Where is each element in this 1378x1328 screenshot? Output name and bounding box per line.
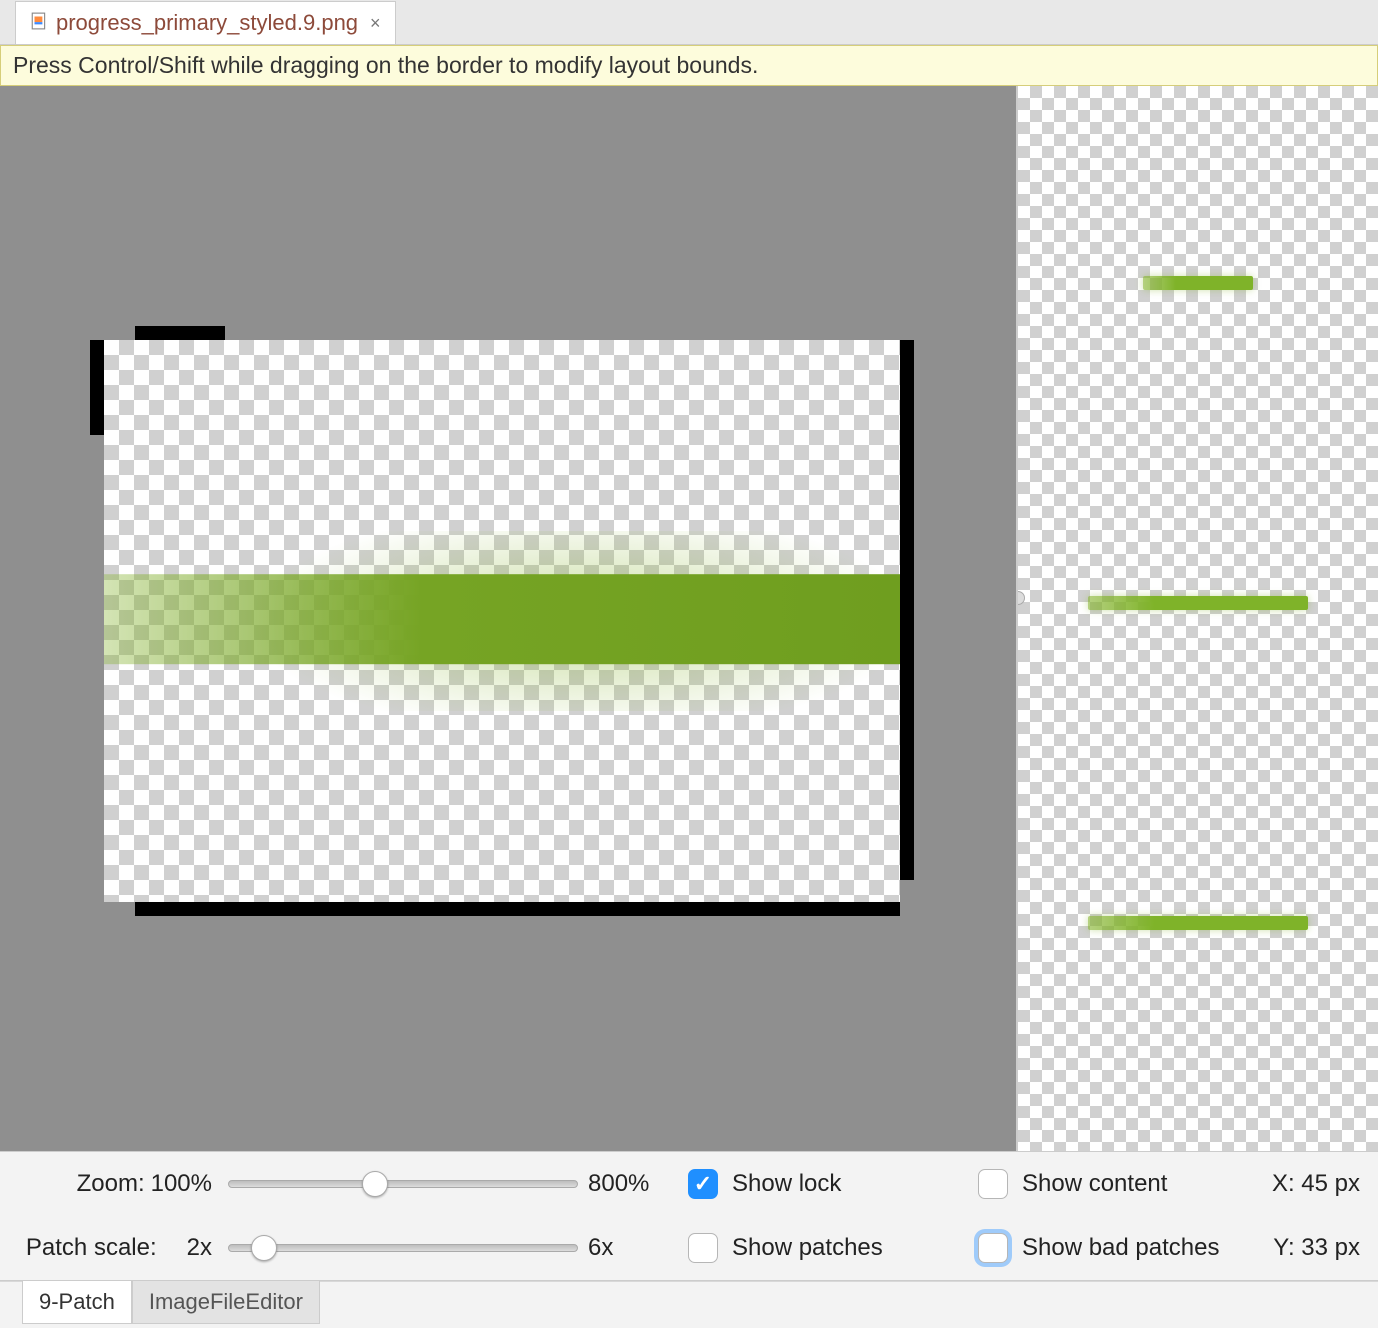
coord-y: Y: 33 px <box>1258 1234 1360 1262</box>
close-icon[interactable]: × <box>366 13 381 34</box>
zoom-min-label: 100% <box>151 1170 212 1198</box>
progress-bar-graphic <box>104 574 900 664</box>
image-transparency-bg <box>104 340 900 902</box>
patch-scale-slider-thumb[interactable] <box>251 1235 277 1261</box>
show-patches-checkbox[interactable] <box>688 1233 718 1263</box>
preview-sample-large <box>1088 916 1308 930</box>
main-area <box>0 86 1378 1151</box>
file-tab[interactable]: progress_primary_styled.9.png × <box>15 1 396 44</box>
patch-scale-min-label: 2x <box>187 1234 212 1262</box>
show-lock-label: Show lock <box>732 1170 841 1198</box>
canvas-pane[interactable] <box>0 86 1018 1151</box>
controls-panel: Zoom: 100% 800% Show lock Show content X… <box>0 1151 1378 1281</box>
nine-patch-mark-top[interactable] <box>135 326 225 340</box>
nine-patch-image[interactable] <box>90 326 914 916</box>
bottom-tab-bar: 9-Patch ImageFileEditor <box>0 1281 1378 1328</box>
preview-sample-medium <box>1088 596 1308 610</box>
patch-scale-slider[interactable] <box>228 1244 578 1252</box>
show-lock-checkbox[interactable] <box>688 1169 718 1199</box>
patch-scale-max-label: 6x <box>588 1234 678 1262</box>
hint-bar: Press Control/Shift while dragging on th… <box>0 45 1378 86</box>
zoom-label: Zoom: <box>77 1170 145 1198</box>
patch-scale-label: Patch scale: <box>26 1234 157 1262</box>
zoom-slider[interactable] <box>228 1180 578 1188</box>
image-file-icon <box>30 10 48 36</box>
preview-resize-handle[interactable] <box>1018 591 1025 605</box>
hint-text: Press Control/Shift while dragging on th… <box>13 52 758 78</box>
show-content-checkbox[interactable] <box>978 1169 1008 1199</box>
preview-pane <box>1018 86 1378 1151</box>
show-content-label: Show content <box>1022 1170 1167 1198</box>
nine-patch-mark-right[interactable] <box>900 340 914 880</box>
nine-patch-mark-left[interactable] <box>90 340 104 435</box>
show-bad-patches-label: Show bad patches <box>1022 1234 1219 1262</box>
zoom-max-label: 800% <box>588 1170 678 1198</box>
show-bad-patches-checkbox[interactable] <box>978 1233 1008 1263</box>
preview-sample-small <box>1143 276 1253 290</box>
nine-patch-mark-bottom[interactable] <box>135 902 900 916</box>
coord-x: X: 45 px <box>1258 1170 1360 1198</box>
preview-bg <box>1018 86 1378 1151</box>
file-tab-label: progress_primary_styled.9.png <box>56 10 358 36</box>
tab-imagefileeditor[interactable]: ImageFileEditor <box>132 1281 320 1324</box>
show-patches-label: Show patches <box>732 1234 883 1262</box>
file-tab-bar: progress_primary_styled.9.png × <box>0 0 1378 45</box>
zoom-slider-thumb[interactable] <box>362 1171 388 1197</box>
tab-9patch[interactable]: 9-Patch <box>22 1281 132 1324</box>
